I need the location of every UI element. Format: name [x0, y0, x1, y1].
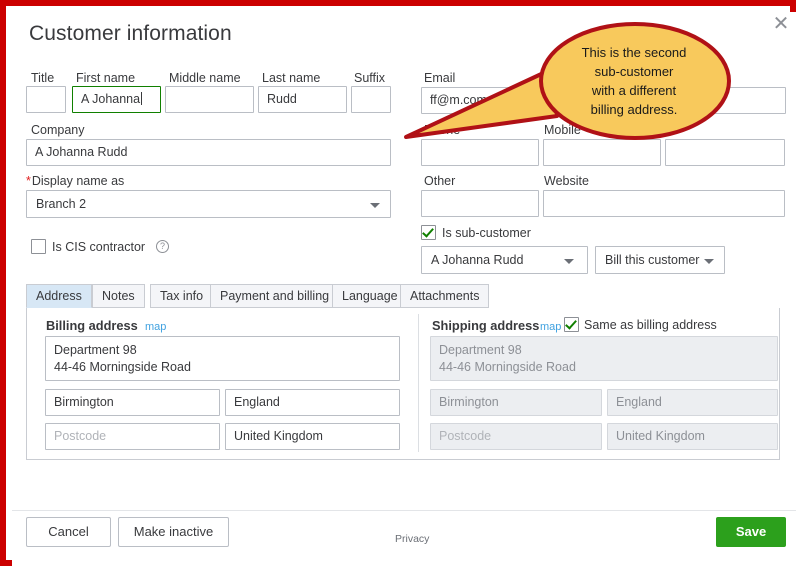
- title-label: Title: [31, 71, 55, 85]
- address-tab-panel: Billing address map Department 98 44-46 …: [26, 308, 780, 460]
- first-name-value: A Johanna: [81, 92, 141, 106]
- callout-bubble: [539, 22, 731, 140]
- tab-attachments[interactable]: Attachments: [400, 284, 490, 308]
- first-name-input[interactable]: A Johanna: [72, 86, 161, 113]
- privacy-link[interactable]: Privacy: [395, 533, 429, 545]
- billing-mode-value: Bill this customer: [605, 253, 700, 267]
- close-icon[interactable]: ✕: [770, 14, 792, 36]
- shipping-street-input: Department 98 44-46 Morningside Road: [430, 336, 778, 381]
- mobile-label: Mobile: [544, 123, 581, 137]
- billing-city-input[interactable]: Birmington: [45, 389, 220, 416]
- middle-name-input[interactable]: [165, 86, 254, 113]
- shipping-postcode-input: Postcode: [430, 423, 602, 450]
- website-input[interactable]: [543, 190, 785, 217]
- billing-postcode-input[interactable]: Postcode: [45, 423, 220, 450]
- billing-country-input[interactable]: United Kingdom: [225, 423, 400, 450]
- suffix-label: Suffix: [354, 71, 386, 85]
- customer-information-dialog: Customer information ✕ Title First name …: [12, 12, 796, 566]
- middle-name-label: Middle name: [169, 71, 241, 85]
- required-marker: *: [26, 174, 31, 188]
- last-name-label: Last name: [262, 71, 321, 85]
- suffix-input[interactable]: [351, 86, 391, 113]
- tab-address[interactable]: Address: [26, 284, 92, 308]
- shipping-city-input: Birmington: [430, 389, 602, 416]
- cis-contractor-label: Is CIS contractor: [52, 240, 146, 254]
- shipping-map-link[interactable]: map: [540, 321, 561, 333]
- tabstrip: Address Notes Tax info Payment and billi…: [26, 284, 780, 309]
- tab-tax-info[interactable]: Tax info: [150, 284, 214, 308]
- website-label: Website: [544, 174, 589, 188]
- annotation-frame: Customer information ✕ Title First name …: [0, 0, 796, 566]
- panel-divider: [418, 314, 419, 452]
- other-input[interactable]: [421, 190, 539, 217]
- display-name-value: Branch 2: [36, 197, 87, 211]
- shipping-country-input: United Kingdom: [607, 423, 778, 450]
- chevron-down-icon: [704, 259, 714, 264]
- display-name-label: *Display name as: [26, 174, 124, 188]
- display-name-label-text: Display name as: [31, 174, 125, 188]
- title-input[interactable]: [26, 86, 66, 113]
- chevron-down-icon: [370, 203, 380, 208]
- parent-customer-select[interactable]: A Johanna Rudd: [421, 246, 588, 274]
- is-sub-customer-checkbox[interactable]: [421, 225, 436, 240]
- make-inactive-button[interactable]: Make inactive: [118, 517, 229, 547]
- save-button[interactable]: Save: [716, 517, 786, 547]
- first-name-label: First name: [76, 71, 136, 85]
- other-label: Other: [424, 174, 456, 188]
- shipping-county-input: England: [607, 389, 778, 416]
- billing-map-link[interactable]: map: [145, 321, 166, 333]
- tab-language[interactable]: Language: [332, 284, 408, 308]
- billing-county-input[interactable]: England: [225, 389, 400, 416]
- billing-mode-select[interactable]: Bill this customer: [595, 246, 725, 274]
- help-question-icon[interactable]: ?: [156, 240, 169, 253]
- cis-contractor-checkbox[interactable]: [31, 239, 46, 254]
- chevron-down-icon: [564, 259, 574, 264]
- footer-divider: [12, 510, 796, 511]
- text-caret: [141, 92, 143, 105]
- billing-address-title: Billing address: [46, 318, 138, 333]
- shipping-address-title: Shipping address: [432, 318, 540, 333]
- parent-customer-value: A Johanna Rudd: [431, 253, 524, 267]
- cancel-button[interactable]: Cancel: [26, 517, 111, 547]
- fax-input[interactable]: [665, 139, 785, 166]
- phone-input[interactable]: [421, 139, 539, 166]
- company-input[interactable]: A Johanna Rudd: [26, 139, 391, 166]
- same-as-billing-label: Same as billing address: [584, 318, 717, 332]
- email-label: Email: [424, 71, 456, 85]
- last-name-input[interactable]: Rudd: [258, 86, 347, 113]
- company-label: Company: [31, 123, 85, 137]
- tab-notes[interactable]: Notes: [92, 284, 145, 308]
- display-name-select[interactable]: Branch 2: [26, 190, 391, 218]
- mobile-input[interactable]: [543, 139, 661, 166]
- billing-street-input[interactable]: Department 98 44-46 Morningside Road: [45, 336, 400, 381]
- same-as-billing-checkbox[interactable]: [564, 317, 579, 332]
- is-sub-customer-label: Is sub-customer: [442, 226, 531, 240]
- tab-payment-and-billing[interactable]: Payment and billing: [210, 284, 340, 308]
- page-title: Customer information: [29, 22, 232, 45]
- email-input[interactable]: ff@m.com: [421, 87, 786, 114]
- phone-label: Phone: [424, 123, 461, 137]
